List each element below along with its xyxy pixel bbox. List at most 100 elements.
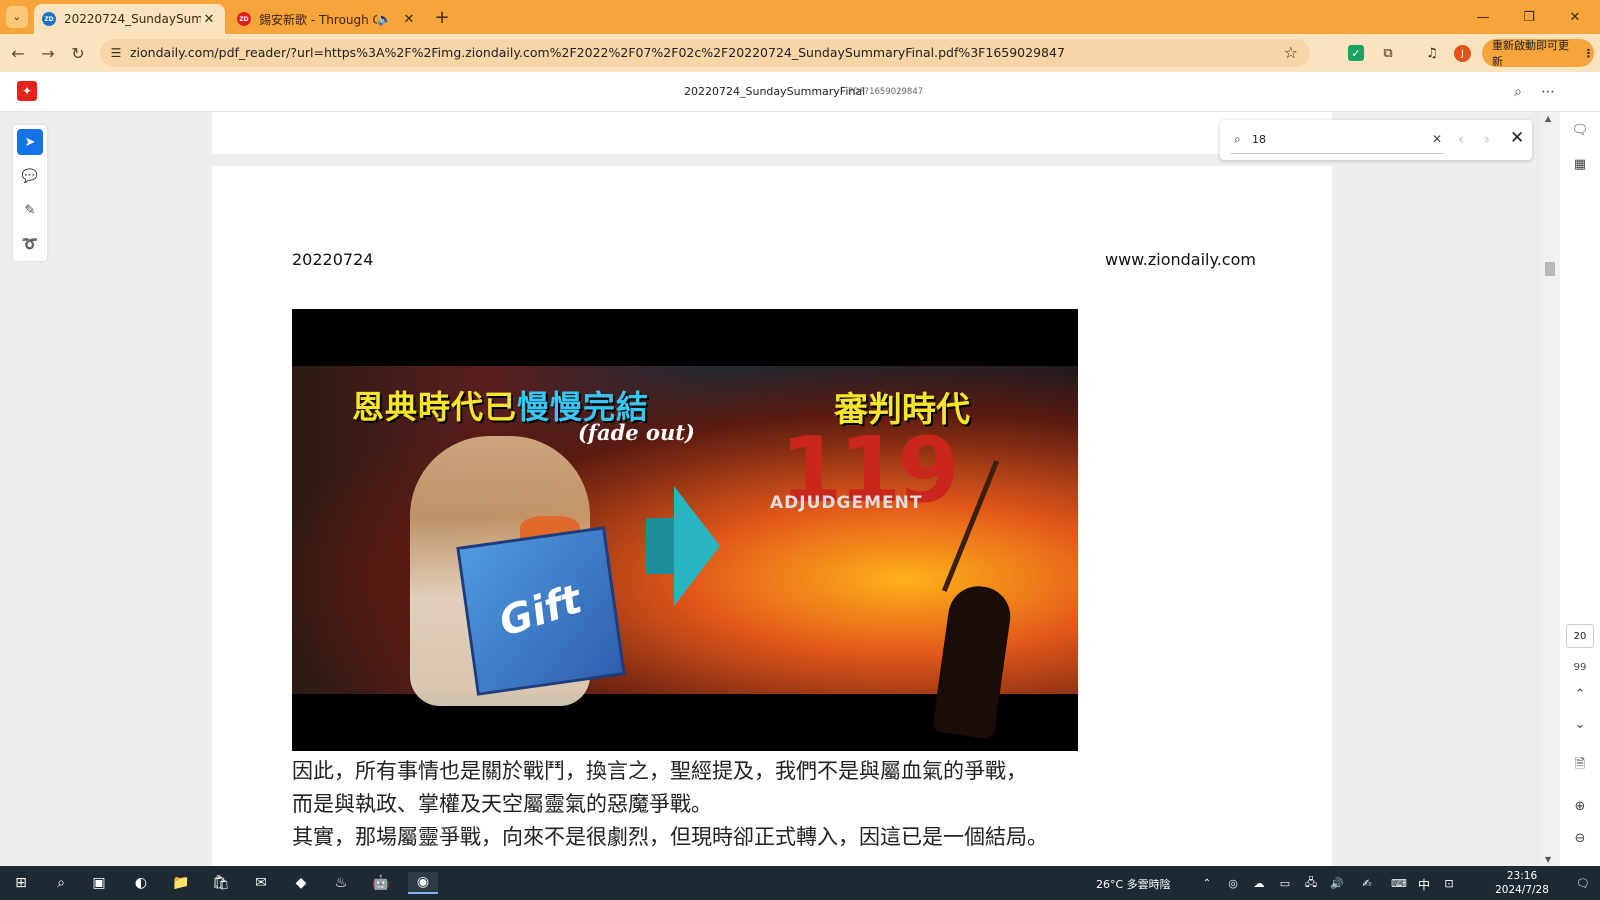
scroll-up-icon[interactable]: ▲ bbox=[1545, 114, 1551, 123]
pdf-viewer-header: ✦ 20220724_SundaySummaryFinal PDF?165902… bbox=[0, 72, 1600, 112]
reload-button[interactable]: ↻ bbox=[66, 41, 90, 65]
scrollbar[interactable]: ▲ ▼ bbox=[1540, 112, 1560, 866]
banner-fade-out: (fade out) bbox=[578, 420, 695, 445]
mail-icon[interactable]: ✉ bbox=[250, 872, 272, 894]
acrobat-logo-icon: ✦ bbox=[17, 81, 37, 101]
chevron-right-icon[interactable]: › bbox=[1484, 130, 1490, 148]
tray-chevron-icon[interactable]: ⌃ bbox=[1196, 872, 1218, 894]
scroll-down-icon[interactable]: ▼ bbox=[1545, 855, 1551, 864]
bookmark-star-icon[interactable]: ☆ bbox=[1284, 43, 1298, 62]
restore-button[interactable]: ❐ bbox=[1506, 0, 1552, 34]
tab-search-button[interactable]: ⌄ bbox=[6, 6, 28, 28]
app-icon[interactable]: ◆ bbox=[290, 872, 312, 894]
ime-mode-icon[interactable]: ⊡ bbox=[1438, 872, 1460, 894]
more-horiz-icon[interactable]: ⋯ bbox=[1538, 82, 1558, 102]
page-site-url: www.ziondaily.com bbox=[1105, 250, 1256, 269]
new-tab-button[interactable]: + bbox=[430, 5, 454, 29]
android-icon[interactable]: 🤖 bbox=[370, 872, 392, 894]
lasso-icon[interactable]: ➰ bbox=[17, 231, 43, 257]
sermon-banner-image: Gift 119 ADJUDGEMENT 恩典時代已慢慢完結 (fade out… bbox=[292, 309, 1078, 751]
update-button[interactable]: 重新啟動即可更新 ⋮ bbox=[1482, 39, 1594, 68]
store-icon[interactable]: 🛍 bbox=[210, 872, 232, 894]
file-explorer-icon[interactable]: 📁 bbox=[170, 872, 192, 894]
minimize-button[interactable]: — bbox=[1460, 0, 1506, 34]
chevron-left-icon[interactable]: ‹ bbox=[1458, 130, 1464, 148]
media-control-icon[interactable]: ♫ bbox=[1422, 43, 1442, 63]
total-pages: 99 bbox=[1573, 662, 1587, 673]
clock[interactable]: 23:16 2024/7/28 bbox=[1478, 869, 1566, 897]
arrow-left-icon: ← bbox=[11, 43, 25, 63]
edge-icon[interactable]: ◐ bbox=[130, 872, 152, 894]
select-tool-icon[interactable]: ➤ bbox=[17, 129, 43, 155]
search-icon[interactable]: ⌕ bbox=[50, 872, 72, 894]
pen-icon[interactable]: ✍ bbox=[1356, 872, 1378, 894]
clear-icon[interactable]: ✕ bbox=[1432, 132, 1442, 146]
arrow-right-icon bbox=[674, 486, 720, 606]
page-date: 20220724 bbox=[292, 250, 374, 269]
windows-start-icon[interactable]: ⊞ bbox=[10, 872, 32, 894]
ziondaily-favicon-icon: ZD bbox=[42, 12, 56, 26]
current-page-box[interactable]: 20 bbox=[1566, 624, 1594, 648]
avatar[interactable]: J bbox=[1454, 45, 1471, 62]
banner-artwork: Gift 119 ADJUDGEMENT 恩典時代已慢慢完結 (fade out… bbox=[292, 366, 1078, 740]
paragraph-line: 因此，所有事情也是關於戰鬥，換言之，聖經提及，我們不是與屬血氣的爭戰， bbox=[292, 759, 1027, 783]
more-vert-icon: ⋮ bbox=[1583, 46, 1594, 60]
reload-icon: ↻ bbox=[71, 43, 85, 63]
tab-music[interactable]: ZD 錫安新歌 - Through Christ 🔈 ✕ bbox=[229, 4, 425, 34]
keyboard-icon[interactable]: ⌨ bbox=[1388, 872, 1410, 894]
tab-title: 錫安新歌 - Through Christ bbox=[259, 12, 377, 27]
find-input[interactable] bbox=[1230, 126, 1444, 154]
ime-indicator[interactable]: 中 bbox=[1418, 876, 1430, 893]
highlight-pen-icon[interactable]: ✎ bbox=[17, 197, 43, 223]
zoom-in-icon[interactable]: ⊕ bbox=[1570, 796, 1590, 816]
battery-icon[interactable]: ▭ bbox=[1274, 872, 1296, 894]
close-window-button[interactable]: ✕ bbox=[1552, 0, 1598, 34]
tab-title: 20220724_SundaySummaryF bbox=[64, 12, 201, 26]
volume-icon[interactable]: 🔊 bbox=[1326, 872, 1348, 894]
find-bar: ⌕ ✕ ‹ › ✕ bbox=[1220, 120, 1532, 160]
document-export-icon[interactable]: 🗎 bbox=[1570, 756, 1590, 776]
check-extension-icon[interactable]: ✓ bbox=[1348, 45, 1364, 61]
ziondaily-favicon-icon: ZD bbox=[237, 12, 251, 26]
scroll-thumb[interactable] bbox=[1545, 262, 1555, 276]
back-button[interactable]: ← bbox=[6, 41, 30, 65]
close-icon[interactable]: ✕ bbox=[201, 12, 217, 27]
notification-icon[interactable]: 🗨 bbox=[1572, 872, 1594, 894]
address-bar[interactable]: ☰ ziondaily.com/pdf_reader/?url=https%3A… bbox=[100, 39, 1310, 67]
forward-button[interactable]: → bbox=[36, 41, 60, 65]
pdf-page: 20220724 www.ziondaily.com Gift 119 ADJU… bbox=[212, 166, 1332, 866]
taskbar: ⊞ ⌕ ▣ ◐ 📁 🛍 ✉ ◆ ♨ 🤖 ◉ 26°C 多雲時陰 ⌃ ◎ ☁ ▭ … bbox=[0, 866, 1600, 900]
close-icon[interactable]: ✕ bbox=[1510, 128, 1524, 148]
chevron-down-icon[interactable]: ⌄ bbox=[1570, 714, 1590, 734]
gift-box: Gift bbox=[456, 526, 626, 696]
clock-time: 23:16 bbox=[1506, 870, 1538, 882]
zoom-out-icon[interactable]: ⊖ bbox=[1570, 828, 1590, 848]
tab-pdf[interactable]: ZD 20220724_SundaySummaryF ✕ bbox=[34, 4, 225, 34]
right-rail: 🗨 ▦ 20 99 ⌃ ⌄ 🗎 ⊕ ⊖ bbox=[1560, 112, 1600, 866]
tab-strip: ⌄ ZD 20220724_SundaySummaryF ✕ ZD 錫安新歌 -… bbox=[0, 0, 1600, 34]
chrome-icon[interactable]: ◉ bbox=[408, 872, 438, 894]
banner-left-title-a: 恩典時代已 bbox=[352, 388, 518, 426]
search-icon[interactable]: ⌕ bbox=[1508, 82, 1528, 102]
close-icon[interactable]: ✕ bbox=[401, 12, 417, 27]
banner-right-title: 審判時代 bbox=[834, 390, 970, 430]
chevron-up-icon[interactable]: ⌃ bbox=[1570, 684, 1590, 704]
comment-panel-icon[interactable]: 🗨 bbox=[1570, 120, 1590, 140]
extensions-puzzle-icon[interactable]: ⧉ bbox=[1378, 43, 1398, 63]
task-view-icon[interactable]: ▣ bbox=[88, 872, 110, 894]
gift-label: Gift bbox=[494, 576, 588, 646]
paragraph-line: 而是與執政、掌權及天空屬靈氣的惡魔爭戰。 bbox=[292, 792, 712, 816]
network-icon[interactable]: 🖧 bbox=[1300, 872, 1322, 894]
speaker-icon[interactable]: 🔈 bbox=[377, 12, 392, 26]
steam-icon[interactable]: ♨ bbox=[330, 872, 352, 894]
thumbnails-grid-icon[interactable]: ▦ bbox=[1570, 154, 1590, 174]
url-text[interactable]: ziondaily.com/pdf_reader/?url=https%3A%2… bbox=[130, 45, 1260, 60]
prophet-silhouette bbox=[931, 582, 1015, 740]
tool-rail: ➤ 💬 ✎ ➰ bbox=[13, 125, 47, 261]
comment-tool-icon[interactable]: 💬 bbox=[17, 163, 43, 189]
cloud-icon[interactable]: ☁ bbox=[1248, 872, 1270, 894]
weather-text[interactable]: 26°C 多雲時陰 bbox=[1096, 876, 1171, 892]
site-info-icon[interactable]: ☰ bbox=[108, 45, 124, 61]
chevron-down-icon: ⌄ bbox=[12, 11, 22, 23]
meet-icon[interactable]: ◎ bbox=[1222, 872, 1244, 894]
